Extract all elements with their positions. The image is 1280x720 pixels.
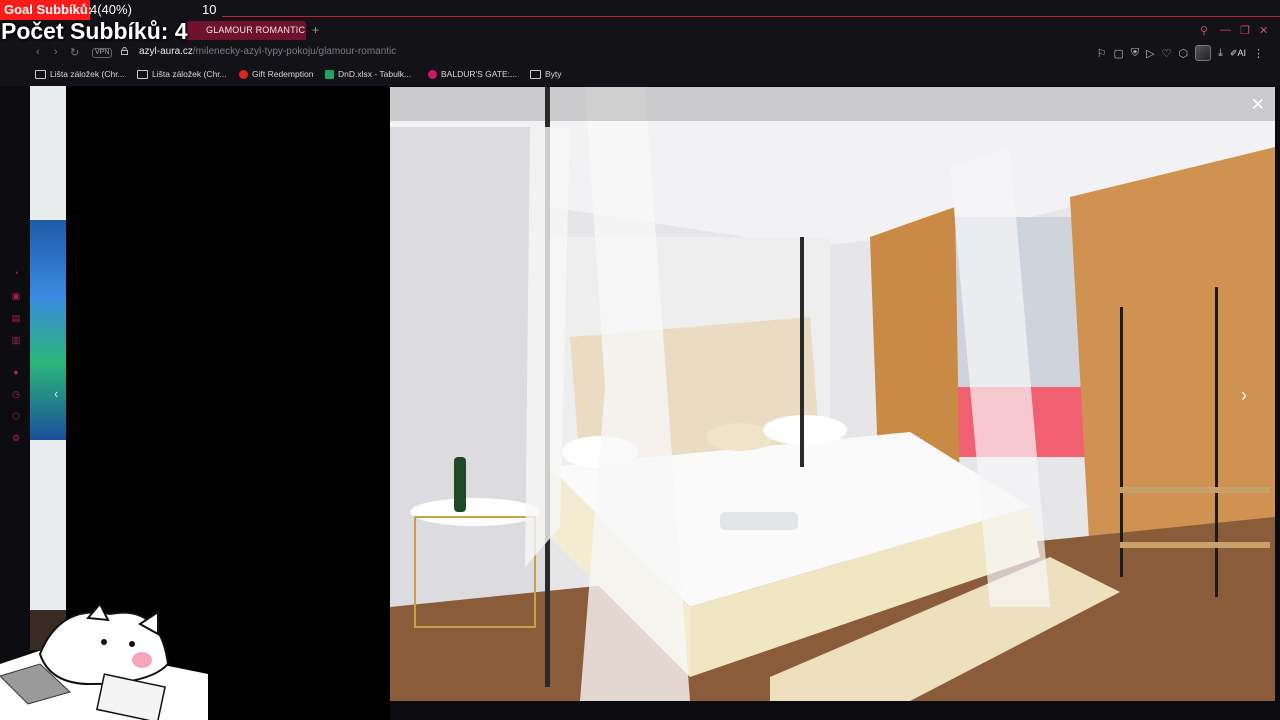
gift-redemption-icon <box>239 69 248 79</box>
heart-icon[interactable]: ♡ <box>1162 47 1172 60</box>
bookmark-item[interactable]: Lišta záložek (Chr... <box>35 69 125 79</box>
lightbox-top-bar <box>390 87 1275 121</box>
messenger-icon[interactable]: ▥ <box>11 335 21 345</box>
folder-icon <box>530 69 541 79</box>
bookmark-label: DnD.xlsx - Tabulk... <box>338 69 412 79</box>
bookmark-label: BALDUR'S GATE:... <box>441 69 518 79</box>
goal-progress: 4(40%) <box>90 2 132 17</box>
bookmark-item[interactable]: BALDUR'S GATE:... <box>428 69 517 79</box>
window-close-icon[interactable]: ✕ <box>1259 24 1268 37</box>
download-icon[interactable]: ⤓ <box>1218 47 1223 60</box>
bookmark-item[interactable]: Gift Redemption <box>239 69 313 79</box>
bookmark-item[interactable]: Byty <box>530 69 562 79</box>
search-icon[interactable]: ⚲ <box>1200 24 1208 37</box>
vpn-badge[interactable]: VPN <box>92 48 113 58</box>
wall-painting-image <box>30 220 66 440</box>
ai-button[interactable]: ✐AI <box>1230 48 1246 59</box>
subscriber-count: Počet Subbíků: 4 <box>1 18 188 44</box>
close-icon[interactable]: ✕ <box>1251 95 1265 115</box>
sheets-icon <box>325 69 334 79</box>
profile-avatar[interactable] <box>1195 45 1212 61</box>
bookmark-icon[interactable]: ⚐ <box>1097 47 1107 60</box>
bongo-cat-overlay <box>0 604 208 720</box>
folder-icon <box>137 69 148 79</box>
bookmark-item[interactable]: Lišta záložek (Chr... <box>137 69 227 79</box>
url-field[interactable]: azyl-aura.cz/milenecky-azyl-typy-pokoju/… <box>139 46 396 57</box>
back-icon[interactable]: ‹ <box>36 46 40 58</box>
bookmark-label: Lišta záložek (Chr... <box>152 69 227 79</box>
screenshot-icon[interactable]: ▢ <box>1113 47 1123 60</box>
chevron-right-icon[interactable]: › <box>1241 385 1247 406</box>
gallery-photo: ✕ › <box>390 87 1275 701</box>
folder-icon <box>35 69 46 79</box>
new-tab-button[interactable]: + <box>312 23 319 37</box>
lock-icon <box>121 47 128 55</box>
baldurs-gate-icon <box>428 69 437 79</box>
toolbar-icons: ⚐ ▢ ⛨ ▷ ♡ ⬡ ⤓ ✐AI ⋮ <box>1097 45 1264 61</box>
minimize-icon[interactable]: — <box>1220 24 1231 36</box>
ai-label: AI <box>1237 47 1246 58</box>
shield-icon[interactable]: ⛨ <box>1131 47 1139 60</box>
url-host: azyl-aura.cz <box>139 46 193 57</box>
restore-icon[interactable]: ❐ <box>1240 24 1250 37</box>
chevron-left-icon[interactable]: ‹ <box>54 386 58 401</box>
bag-icon[interactable]: ▣ <box>11 291 21 301</box>
bookmark-label: Gift Redemption <box>252 69 314 79</box>
forward-icon[interactable]: › <box>54 46 58 58</box>
music-icon[interactable]: ● <box>11 367 21 377</box>
play-icon[interactable]: ▷ <box>1146 47 1154 60</box>
bookmark-label: Byty <box>545 69 562 79</box>
url-path: /milenecky-azyl-typy-pokoju/glamour-roma… <box>192 46 397 57</box>
extensions-sidebar-icon[interactable]: ⬡ <box>11 411 21 421</box>
speed-dial-icon[interactable]: ◔ <box>11 268 21 278</box>
overlay-divider-line <box>222 16 1280 17</box>
extensions-icon[interactable]: ⬡ <box>1178 47 1188 60</box>
bookmark-label: Lišta záložek (Chr... <box>50 69 125 79</box>
tab-title: GLAMOUR ROMANTIC <box>206 25 306 35</box>
twitch-icon[interactable]: ▤ <box>11 313 21 323</box>
history-icon[interactable]: ◷ <box>11 389 21 399</box>
settings-icon[interactable]: ⚙ <box>11 433 21 443</box>
menu-icon[interactable]: ⋮ <box>1253 47 1264 60</box>
goal-target: 10 <box>202 2 217 17</box>
room-photo-illustration <box>390 87 1275 701</box>
reload-icon[interactable]: ↻ <box>70 46 79 59</box>
bookmark-item[interactable]: DnD.xlsx - Tabulk... <box>325 69 411 79</box>
goal-label: Goal Subbíků: <box>4 2 93 17</box>
